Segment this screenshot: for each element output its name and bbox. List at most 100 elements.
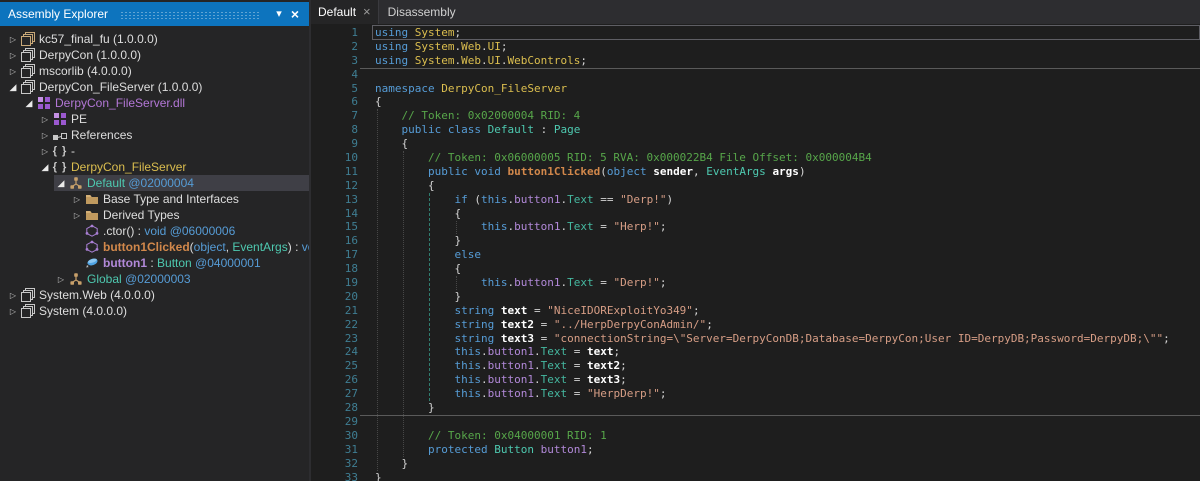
code-line-33[interactable]: 33}	[311, 471, 1200, 481]
expander-collapsed-icon[interactable]: ▷	[6, 51, 20, 60]
code-editor[interactable]: 1using System;2using System.Web.UI;3usin…	[311, 24, 1200, 481]
code-line-19[interactable]: 19 this.button1.Text = "Derp!";	[311, 276, 1200, 290]
line-number: 8	[311, 123, 358, 137]
code-line-32[interactable]: 32 }	[311, 457, 1200, 471]
line-number: 16	[311, 234, 358, 248]
expander-collapsed-icon[interactable]: ▷	[38, 115, 52, 124]
tree-item-derpycon-1-0-0-0[interactable]: ▷DerpyCon (1.0.0.0)	[0, 47, 309, 63]
tree-item-kc57-final-fu-1-0-0-0[interactable]: ▷kc57_final_fu (1.0.0.0)	[0, 31, 309, 47]
tree-item-derpycon-fileserver[interactable]: ◢{ }DerpyCon_FileServer	[0, 159, 309, 175]
code-line-7[interactable]: 7 // Token: 0x02000004 RID: 4	[311, 109, 1200, 123]
expander-collapsed-icon[interactable]: ▷	[70, 195, 84, 204]
code-line-4[interactable]: 4	[311, 68, 1200, 82]
close-icon[interactable]: ×	[363, 6, 371, 18]
tree-item-label: Base Type and Interfaces	[103, 192, 239, 206]
code-line-10[interactable]: 10 // Token: 0x06000005 RID: 5 RVA: 0x00…	[311, 151, 1200, 165]
tree-item-derived-types[interactable]: ▷Derived Types	[0, 207, 309, 223]
tree-item-button1clicked[interactable]: button1Clicked(object, EventArgs) : void	[0, 239, 309, 255]
expander-expanded-icon[interactable]: ◢	[54, 178, 68, 189]
code-line-text: {	[375, 262, 1200, 276]
expander-collapsed-icon[interactable]: ▷	[6, 67, 20, 76]
expander-expanded-icon[interactable]: ◢	[6, 82, 20, 93]
code-line-text: // Token: 0x06000005 RID: 5 RVA: 0x00002…	[375, 151, 1200, 165]
assembly-icon	[20, 48, 36, 62]
close-icon[interactable]: ×	[287, 2, 303, 26]
tree-item-system-4-0-0-0[interactable]: ▷System (4.0.0.0)	[0, 303, 309, 319]
line-number: 12	[311, 179, 358, 193]
code-line-2[interactable]: 2using System.Web.UI;	[311, 40, 1200, 54]
line-number: 3	[311, 54, 358, 68]
expander-collapsed-icon[interactable]: ▷	[38, 147, 52, 156]
tree-item-label: .ctor() : void @06000006	[103, 224, 235, 238]
tree-item-[interactable]: ▷{ }-	[0, 143, 309, 159]
code-line-28[interactable]: 28 }	[311, 401, 1200, 415]
code-line-3[interactable]: 3using System.Web.UI.WebControls;	[311, 54, 1200, 68]
code-line-26[interactable]: 26 this.button1.Text = text3;	[311, 373, 1200, 387]
code-line-5[interactable]: 5namespace DerpyCon_FileServer	[311, 82, 1200, 96]
code-line-30[interactable]: 30 // Token: 0x04000001 RID: 1	[311, 429, 1200, 443]
code-line-text: {	[375, 95, 1200, 109]
tree-item-base-type-and-interfaces[interactable]: ▷ Base Type and Interfaces	[0, 191, 309, 207]
tree-item-system-web-4-0-0-0[interactable]: ▷ System.Web (4.0.0.0)	[0, 287, 309, 303]
tree-item-mscorlib-4-0-0-0[interactable]: ▷mscorlib (4.0.0.0)	[0, 63, 309, 79]
code-line-23[interactable]: 23 string text3 = "connectionString=\"Se…	[311, 332, 1200, 346]
expander-collapsed-icon[interactable]: ▷	[6, 307, 20, 316]
tree-item-label: System.Web (4.0.0.0)	[39, 288, 155, 302]
code-line-31[interactable]: 31 protected Button button1;	[311, 443, 1200, 457]
code-line-13[interactable]: 13 if (this.button1.Text == "Derp!")	[311, 193, 1200, 207]
line-number: 11	[311, 165, 358, 179]
code-line-text: }	[375, 457, 1200, 471]
code-line-29[interactable]: 29	[311, 415, 1200, 429]
code-line-21[interactable]: 21 string text = "NiceIDORExploitYo349";	[311, 304, 1200, 318]
tree-item-label: -	[71, 144, 75, 158]
expander-collapsed-icon[interactable]: ▷	[54, 275, 68, 284]
tree-item-ctor[interactable]: .ctor() : void @06000006	[0, 223, 309, 239]
code-line-15[interactable]: 15 this.button1.Text = "Herp!";	[311, 220, 1200, 234]
panel-drag-grip	[120, 11, 261, 20]
line-number: 22	[311, 318, 358, 332]
code-line-text: else	[375, 248, 1200, 262]
tree-item-default[interactable]: ◢ Default @02000004	[0, 175, 309, 191]
tab-default[interactable]: Default×	[311, 0, 379, 24]
expander-expanded-icon[interactable]: ◢	[22, 98, 36, 109]
tab-disassembly[interactable]: Disassembly	[379, 0, 465, 24]
panel-header[interactable]: Assembly Explorer ▾ ×	[0, 2, 309, 26]
code-line-20[interactable]: 20 }	[311, 290, 1200, 304]
code-line-8[interactable]: 8 public class Default : Page	[311, 123, 1200, 137]
tree-item-derpycon-fileserver-1-0-0-0[interactable]: ◢DerpyCon_FileServer (1.0.0.0)	[0, 79, 309, 95]
tree-item-pe[interactable]: ▷PE	[0, 111, 309, 127]
code-line-16[interactable]: 16 }	[311, 234, 1200, 248]
expander-collapsed-icon[interactable]: ▷	[6, 291, 20, 300]
code-line-text: // Token: 0x04000001 RID: 1	[375, 429, 1200, 443]
code-line-6[interactable]: 6{	[311, 95, 1200, 109]
tree-item-derpycon-fileserver-dll[interactable]: ◢DerpyCon_FileServer.dll	[0, 95, 309, 111]
expander-expanded-icon[interactable]: ◢	[38, 162, 52, 173]
code-line-24[interactable]: 24 this.button1.Text = text;	[311, 345, 1200, 359]
code-line-17[interactable]: 17 else	[311, 248, 1200, 262]
expander-collapsed-icon[interactable]: ▷	[38, 131, 52, 140]
code-line-22[interactable]: 22 string text2 = "../HerpDerpyConAdmin/…	[311, 318, 1200, 332]
line-number: 29	[311, 415, 358, 429]
code-line-9[interactable]: 9 {	[311, 137, 1200, 151]
tree-item-label: Default @02000004	[87, 176, 194, 190]
line-number: 17	[311, 248, 358, 262]
tree-item-references[interactable]: ▷References	[0, 127, 309, 143]
code-line-text: this.button1.Text = text2;	[375, 359, 1200, 373]
chevron-down-icon[interactable]: ▾	[271, 2, 287, 26]
line-number: 27	[311, 387, 358, 401]
code-line-1[interactable]: 1using System;	[311, 26, 1200, 40]
code-line-18[interactable]: 18 {	[311, 262, 1200, 276]
code-line-27[interactable]: 27 this.button1.Text = "HerpDerp!";	[311, 387, 1200, 401]
code-line-25[interactable]: 25 this.button1.Text = text2;	[311, 359, 1200, 373]
code-line-12[interactable]: 12 {	[311, 179, 1200, 193]
tree-item-button1[interactable]: *button1 : Button @04000001	[0, 255, 309, 271]
code-line-14[interactable]: 14 {	[311, 207, 1200, 221]
code-line-text: using System.Web.UI;	[375, 40, 1200, 54]
expander-collapsed-icon[interactable]: ▷	[6, 35, 20, 44]
tree-item-global[interactable]: ▷Global @02000003	[0, 271, 309, 287]
tree-item-content: ▷ System.Web (4.0.0.0)	[6, 287, 309, 303]
line-number: 4	[311, 68, 358, 82]
expander-collapsed-icon[interactable]: ▷	[70, 211, 84, 220]
code-line-11[interactable]: 11 public void button1Clicked(object sen…	[311, 165, 1200, 179]
code-line-text: using System;	[375, 26, 1200, 40]
